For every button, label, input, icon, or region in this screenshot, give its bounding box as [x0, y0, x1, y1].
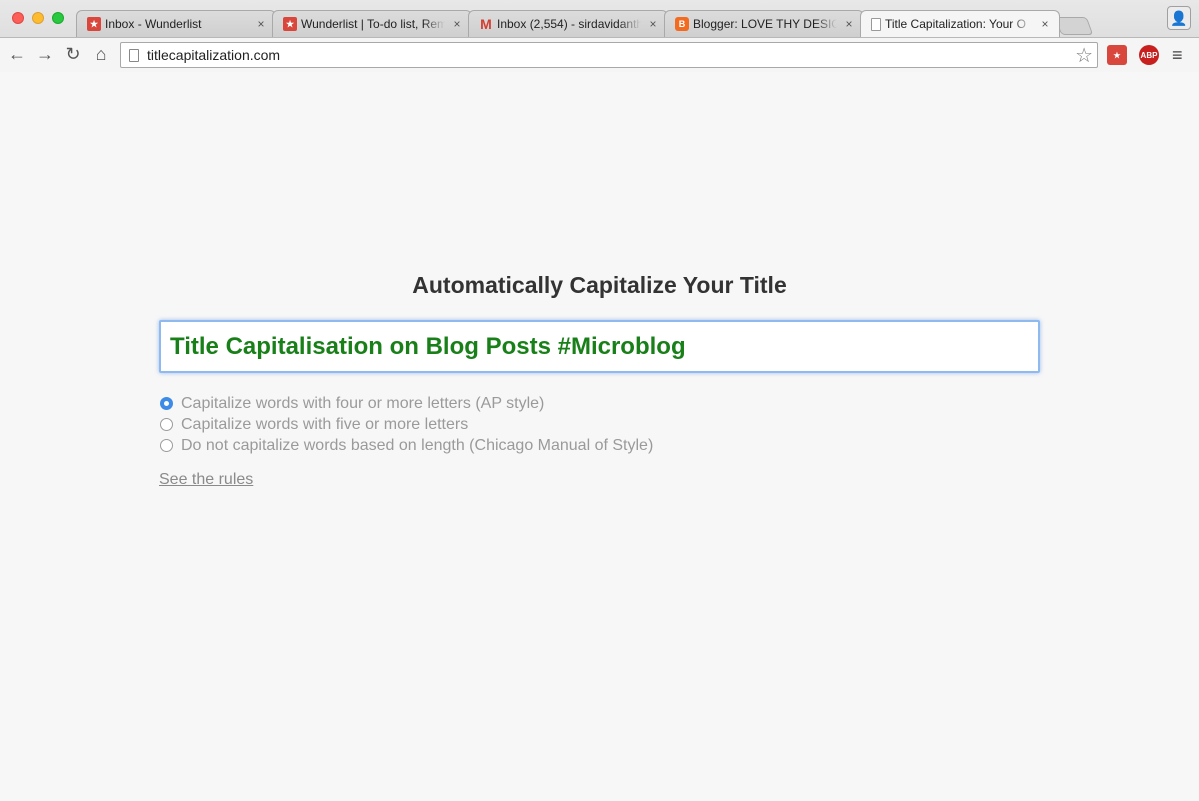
home-icon[interactable]: ⌂ — [90, 43, 112, 65]
page-icon — [129, 48, 139, 62]
close-icon[interactable]: × — [255, 17, 267, 31]
see-rules-link[interactable]: See the rules — [159, 471, 253, 489]
option-five-letters[interactable]: Capitalize words with five or more lette… — [160, 414, 653, 435]
menu-icon[interactable]: ≡ — [1172, 45, 1183, 66]
profile-icon[interactable]: 👤 — [1167, 6, 1191, 30]
toolbar: ← → ↻ ⌂ titlecapitalization.com ☆ ★ ABP … — [0, 37, 1199, 72]
close-icon[interactable]: × — [1039, 17, 1051, 31]
address-bar[interactable]: titlecapitalization.com ☆ — [120, 42, 1098, 68]
tab-gmail-inbox[interactable]: M Inbox (2,554) - sirdavidanth × — [468, 10, 668, 37]
radio-chicago-style[interactable] — [160, 439, 173, 452]
tab-strip: ★ Inbox - Wunderlist × ★ Wunderlist | To… — [76, 10, 1116, 37]
reload-icon[interactable]: ↻ — [62, 43, 84, 65]
tab-blogger[interactable]: B Blogger: LOVE THY DESIG × — [664, 10, 864, 37]
adblock-plus-icon[interactable]: ABP — [1139, 45, 1159, 65]
radio-ap-style[interactable] — [160, 397, 173, 410]
close-icon[interactable]: × — [451, 17, 463, 31]
browser-chrome: ★ Inbox - Wunderlist × ★ Wunderlist | To… — [0, 0, 1199, 72]
tab-title: Blogger: LOVE THY DESIG — [693, 17, 837, 31]
tab-title: Inbox - Wunderlist — [105, 17, 202, 31]
wunderlist-extension-icon[interactable]: ★ — [1107, 45, 1127, 65]
maximize-window-button[interactable] — [52, 12, 64, 24]
back-icon[interactable]: ← — [6, 43, 28, 65]
style-options: Capitalize words with four or more lette… — [160, 393, 653, 456]
option-label: Capitalize words with four or more lette… — [181, 394, 545, 412]
close-icon[interactable]: × — [647, 17, 659, 31]
radio-five-letters[interactable] — [160, 418, 173, 431]
bookmark-star-icon[interactable]: ☆ — [1075, 43, 1093, 68]
minimize-window-button[interactable] — [32, 12, 44, 24]
tab-title-capitalization[interactable]: Title Capitalization: Your O × — [860, 10, 1060, 37]
forward-icon[interactable]: → — [34, 43, 56, 65]
option-label: Capitalize words with five or more lette… — [181, 415, 469, 433]
url-text[interactable]: titlecapitalization.com — [147, 47, 1075, 63]
page-icon — [871, 17, 881, 31]
tab-title: Wunderlist | To-do list, Rem — [301, 17, 445, 31]
close-window-button[interactable] — [12, 12, 24, 24]
page-title: Automatically Capitalize Your Title — [412, 272, 787, 298]
tab-title: Inbox (2,554) - sirdavidanth — [497, 17, 641, 31]
window-controls — [12, 12, 64, 24]
option-ap-style[interactable]: Capitalize words with four or more lette… — [160, 393, 653, 414]
close-icon[interactable]: × — [843, 17, 855, 31]
title-input[interactable] — [159, 320, 1040, 373]
tab-wunderlist-todo[interactable]: ★ Wunderlist | To-do list, Rem × — [272, 10, 472, 37]
tab-wunderlist-inbox[interactable]: ★ Inbox - Wunderlist × — [76, 10, 276, 37]
tab-title: Title Capitalization: Your O — [885, 17, 1026, 31]
page-content: Automatically Capitalize Your Title Capi… — [0, 72, 1199, 801]
wunderlist-icon: ★ — [87, 17, 101, 31]
gmail-icon: M — [480, 16, 492, 32]
option-chicago-style[interactable]: Do not capitalize words based on length … — [160, 435, 653, 456]
wunderlist-icon: ★ — [283, 17, 297, 31]
new-tab-button[interactable] — [1054, 17, 1094, 35]
blogger-icon: B — [675, 17, 689, 31]
option-label: Do not capitalize words based on length … — [181, 436, 654, 454]
